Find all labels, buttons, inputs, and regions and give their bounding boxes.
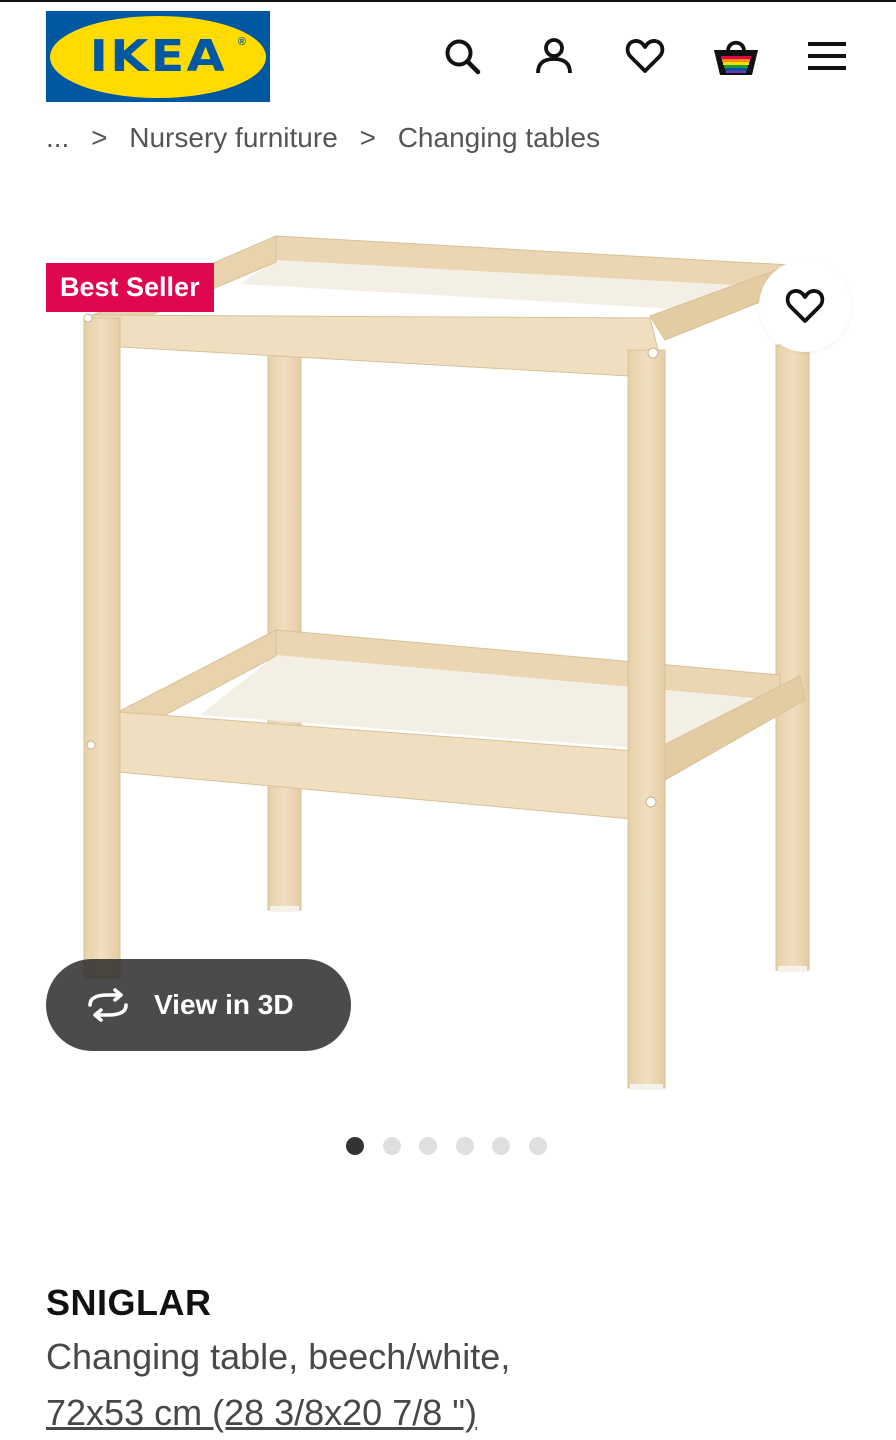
heart-icon	[785, 289, 825, 323]
logo-text: IKEA	[89, 31, 227, 82]
account-icon[interactable]	[530, 32, 578, 80]
breadcrumb: ... > Nursery furniture > Changing table…	[46, 118, 600, 158]
gallery-dot-3[interactable]	[419, 1137, 437, 1155]
best-seller-badge: Best Seller	[46, 263, 214, 312]
gallery-pagination	[346, 1137, 547, 1155]
view-in-3d-button[interactable]: View in 3D	[46, 959, 351, 1051]
heart-icon[interactable]	[621, 32, 669, 80]
menu-icon[interactable]	[803, 32, 851, 80]
site-header: IKEA ®	[0, 2, 896, 110]
logo-registered-mark: ®	[237, 36, 246, 48]
ikea-logo[interactable]: IKEA ®	[46, 11, 270, 102]
gallery-dot-5[interactable]	[492, 1137, 510, 1155]
add-to-favourites-button[interactable]	[759, 260, 851, 352]
logo-oval: IKEA	[50, 15, 266, 98]
search-icon[interactable]	[438, 32, 486, 80]
breadcrumb-separator: >	[359, 122, 376, 153]
rotate-3d-icon	[84, 985, 134, 1025]
shopping-bag-icon[interactable]	[712, 32, 760, 80]
product-description: Changing table, beech/white,	[46, 1336, 511, 1377]
product-name: SNIGLAR	[46, 1282, 212, 1323]
gallery-dot-2[interactable]	[382, 1137, 401, 1155]
product-size-link[interactable]: 72x53 cm (28 3/8x20 7/8 ")	[46, 1392, 477, 1434]
breadcrumb-nursery-furniture[interactable]: Nursery furniture	[129, 122, 338, 153]
gallery-dot-1[interactable]	[346, 1137, 364, 1155]
breadcrumb-ellipsis[interactable]: ...	[46, 122, 69, 153]
gallery-dot-4[interactable]	[455, 1137, 474, 1155]
view-in-3d-label: View in 3D	[154, 989, 294, 1020]
gallery-dot-6[interactable]	[528, 1137, 547, 1155]
breadcrumb-separator: >	[91, 122, 108, 153]
breadcrumb-changing-tables[interactable]: Changing tables	[398, 122, 600, 153]
